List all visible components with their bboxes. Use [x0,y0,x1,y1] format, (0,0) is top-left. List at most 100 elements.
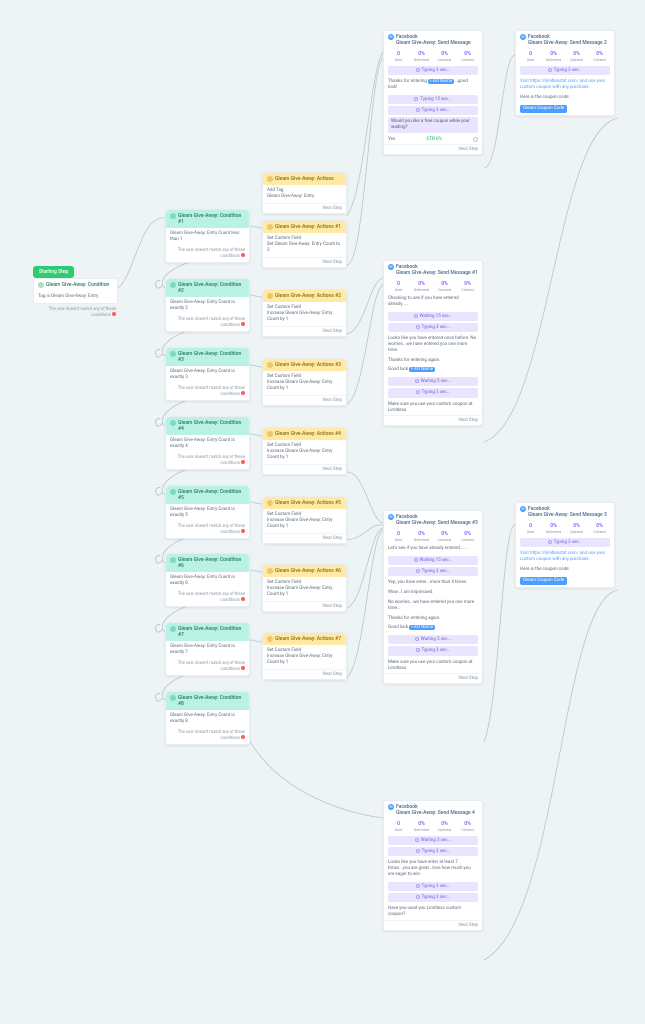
message-node-3[interactable]: ✉FacebookGleam Give-Away: Send Message #… [383,260,483,426]
clock-icon [416,895,420,899]
stat-label: Delivered [411,57,432,62]
action-node-0[interactable]: Gleam Give-Away: Actions Add Tag Gleam G… [262,172,347,214]
msg-text: Thanks for entering again. [384,614,482,624]
act-body: Set Custom Field Increase Gleam Give-Awa… [263,577,346,601]
cond-title: Gleam Give-Away: Condition #5 [178,489,245,501]
stat-label: Sent [388,287,409,292]
action-node-6[interactable]: Gleam Give-Away: Actions #6 Set Custom F… [262,564,347,612]
cond-fail: The user doesn't match any of these cond… [178,317,245,328]
action-node-2[interactable]: Gleam Give-Away: Actions #2 Set Custom F… [262,289,347,337]
funnel-icon [38,282,44,288]
cond-body: Gleam Give-Away: Entry Count less than 1 [166,228,249,246]
condition-node-4[interactable]: Gleam Give-Away: Condition #4 Gleam Give… [165,416,250,470]
funnel-icon [170,213,176,219]
msg-text: Wow...I am impressed. [384,588,482,598]
start-condition-card[interactable]: Gleam Give-Away: Condition Tag is Gleam … [33,278,118,304]
next-step-label[interactable]: Next Step [263,203,346,213]
next-step-label[interactable]: Next Step [263,601,346,611]
variable-tag: First Name [409,367,435,372]
message-node-5[interactable]: ✉FacebookGleam Give-Away: Send Message 3… [515,502,615,588]
next-step-label[interactable]: Next Step [263,395,346,405]
bolt-icon [267,293,273,299]
typing-pill: Typing 3 sec... [388,323,478,332]
waiting-pill: Waiting 15 sec... [388,556,478,565]
condition-node-3[interactable]: Gleam Give-Away: Condition #3 Gleam Give… [165,347,250,401]
typing-pill: Typing 3 sec... [388,388,478,397]
stat-label: Delivered [543,57,564,62]
start-body: Tag is Gleam Give-Away: Entry [34,291,117,303]
cond-title: Gleam Give-Away: Condition #2 [178,282,245,294]
choice-row[interactable]: YesCTR 0% [384,135,482,144]
next-step-label[interactable]: Next Step [263,533,346,543]
stat-label: Sent [520,529,541,534]
next-step-label[interactable]: Next Step [384,415,482,425]
msg-text: Visit https://limitlesstxt.com/ and use … [516,77,614,93]
cond-body: Gleam Give-Away: Entry Count is exactly … [166,641,249,659]
msg-text: Here is the coupon code: [516,93,614,103]
stat-label: Delivered [543,529,564,534]
act-body: Set Custom Field Increase Gleam Give-Awa… [263,371,346,395]
stat-label: Opened [434,537,455,542]
clock-icon [414,97,418,101]
funnel-icon [170,626,176,632]
chip: Gleam Coupon Code [520,105,567,113]
funnel-icon [170,489,176,495]
fail-dot-icon [241,735,245,739]
messenger-icon: ✉ [388,514,394,520]
msg-title: Gleam Give-Away: Send Message 3 [528,512,607,518]
messenger-icon: ✉ [520,34,526,40]
msg-text: Checking to see if you have entered alre… [384,294,482,310]
fail-dot-icon [241,666,245,670]
action-node-7[interactable]: Gleam Give-Away: Actions #7 Set Custom F… [262,632,347,680]
action-node-4[interactable]: Gleam Give-Away: Actions #4 Set Custom F… [262,427,347,475]
message-node-6[interactable]: ✉FacebookGleam Give-Away: Send Message 4… [383,800,483,931]
typing-pill: Typing 15 sec... [388,95,478,104]
condition-node-8[interactable]: Gleam Give-Away: Condition #8 Gleam Give… [165,691,250,745]
condition-node-1[interactable]: Gleam Give-Away: Condition #1 Gleam Give… [165,209,250,263]
action-node-1[interactable]: Gleam Give-Away: Actions #1 Set Custom F… [262,220,347,268]
fail-dot-icon [112,312,116,316]
cond-title: Gleam Give-Away: Condition #3 [178,351,245,363]
stat-label: Clicked [457,57,478,62]
start-node[interactable]: Starting Step Gleam Give-Away: Condition… [33,269,118,318]
waiting-pill: Waiting 5 sec... [388,635,478,644]
bolt-icon [267,176,273,182]
typing-pill: Typing 3 sec... [520,538,610,547]
act-title: Gleam Give-Away: Actions #5 [275,500,341,506]
next-step-label[interactable]: Next Step [384,144,482,154]
bolt-icon [267,568,273,574]
condition-node-5[interactable]: Gleam Give-Away: Condition #5 Gleam Give… [165,485,250,539]
clock-icon [416,569,420,573]
next-step-label[interactable]: Next Step [263,669,346,679]
msg-text: Thanks for entering again. [384,356,482,366]
message-node-4[interactable]: ✉FacebookGleam Give-Away: Send Message #… [383,510,483,684]
cond-body: Gleam Give-Away: Entry Count is exactly … [166,572,249,590]
act-title: Gleam Give-Away: Actions #3 [275,362,341,368]
message-node-1[interactable]: ✉FacebookGleam Give-Away: Send Message 0… [383,30,483,155]
msg-text: Looks like you have enter at least 7 tim… [384,858,482,880]
condition-node-2[interactable]: Gleam Give-Away: Condition #2 Gleam Give… [165,278,250,332]
typing-pill: Typing 3 sec... [388,847,478,856]
action-node-5[interactable]: Gleam Give-Away: Actions #5 Set Custom F… [262,496,347,544]
next-step-label[interactable]: Next Step [263,464,346,474]
cond-fail: The user doesn't match any of these cond… [178,455,245,466]
condition-node-6[interactable]: Gleam Give-Away: Condition #6 Gleam Give… [165,553,250,607]
msg-text: Let's see if you have already entered...… [384,544,482,554]
cond-fail: The user doesn't match any of these cond… [178,524,245,535]
msg-text: Have you used you Limitless custom coupo… [384,904,482,920]
condition-node-7[interactable]: Gleam Give-Away: Condition #7 Gleam Give… [165,622,250,676]
next-step-label[interactable]: Next Step [384,920,482,930]
clock-icon [416,325,420,329]
stat-label: Clicked [457,287,478,292]
messenger-icon: ✉ [388,34,394,40]
msg-text: Thanks for entering First Name...good lu… [384,77,482,93]
message-node-2[interactable]: ✉FacebookGleam Give-Away: Send Message 2… [515,30,615,116]
cond-title: Gleam Give-Away: Condition #8 [178,695,245,707]
next-step-label[interactable]: Next Step [263,326,346,336]
funnel-icon [170,557,176,563]
typing-pill: Typing 3 sec... [388,882,478,891]
action-node-3[interactable]: Gleam Give-Away: Actions #3 Set Custom F… [262,358,347,406]
clock-icon [416,849,420,853]
next-step-label[interactable]: Next Step [384,673,482,683]
next-step-label[interactable]: Next Step [263,257,346,267]
